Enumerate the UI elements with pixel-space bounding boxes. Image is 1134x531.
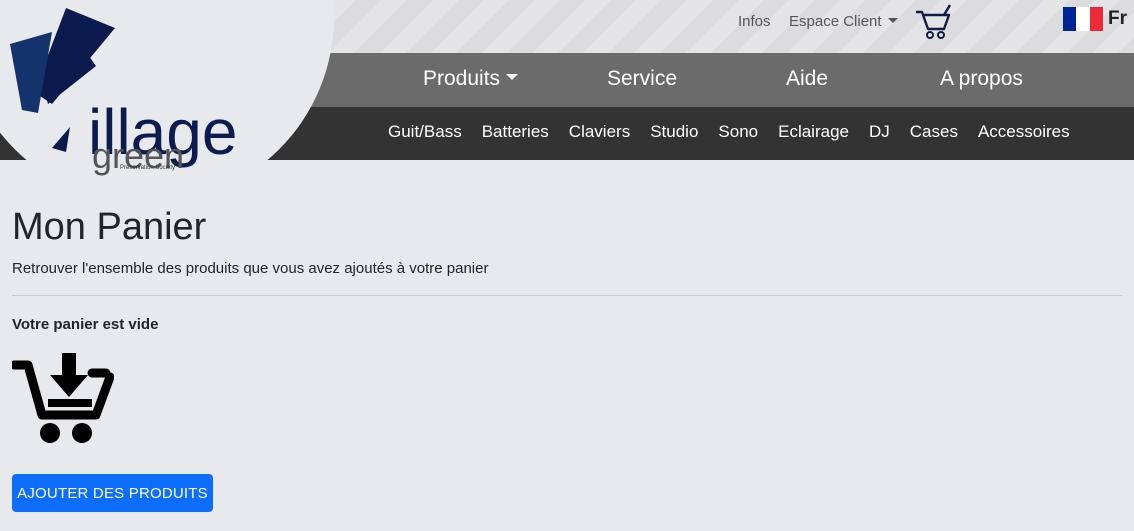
empty-cart-message: Votre panier est vide <box>12 316 159 333</box>
page-title: Mon Panier <box>12 206 207 248</box>
category-cases[interactable]: Cases <box>910 122 958 142</box>
cart-icon[interactable] <box>914 4 952 40</box>
category-studio[interactable]: Studio <box>650 122 698 142</box>
category-claviers[interactable]: Claviers <box>569 122 630 142</box>
espace-client-label: Espace Client <box>789 13 882 30</box>
french-flag-icon[interactable] <box>1063 7 1103 31</box>
category-nav: Guit/Bass Batteries Claviers Studio Sono… <box>388 122 1070 142</box>
category-dj[interactable]: DJ <box>869 122 890 142</box>
category-guit-bass[interactable]: Guit/Bass <box>388 122 462 142</box>
divider <box>12 295 1122 296</box>
category-eclairage[interactable]: Eclairage <box>778 122 849 142</box>
espace-client-dropdown[interactable]: Espace Client <box>789 13 898 30</box>
infos-link[interactable]: Infos <box>738 13 771 30</box>
nav-item-produits-label: Produits <box>423 67 501 90</box>
add-products-button[interactable]: AJOUTER DES PRODUITS <box>12 474 213 512</box>
nav-item-aide[interactable]: Aide <box>786 67 828 91</box>
logo-badge[interactable]: illage green Preservation Society <box>0 0 334 204</box>
nav-item-produits[interactable]: Produits <box>423 67 519 91</box>
page: illage green Preservation Society Infos … <box>0 0 1134 531</box>
category-sono[interactable]: Sono <box>718 122 758 142</box>
category-batteries[interactable]: Batteries <box>482 122 549 142</box>
chevron-down-icon <box>506 74 519 80</box>
cart-download-icon <box>12 353 114 443</box>
nav-item-a-propos[interactable]: A propos <box>940 67 1023 91</box>
chevron-down-icon <box>887 18 898 23</box>
cart-section: Mon Panier Retrouver l'ensemble des prod… <box>12 204 1122 445</box>
page-subtitle: Retrouver l'ensemble des produits que vo… <box>12 260 489 277</box>
village-green-logo: illage green Preservation Society <box>10 8 237 176</box>
nav-item-service[interactable]: Service <box>607 67 677 91</box>
language-selector[interactable]: Fr <box>1108 8 1127 30</box>
logo-tagline: Preservation Society <box>120 165 175 171</box>
category-accessoires[interactable]: Accessoires <box>978 122 1070 142</box>
